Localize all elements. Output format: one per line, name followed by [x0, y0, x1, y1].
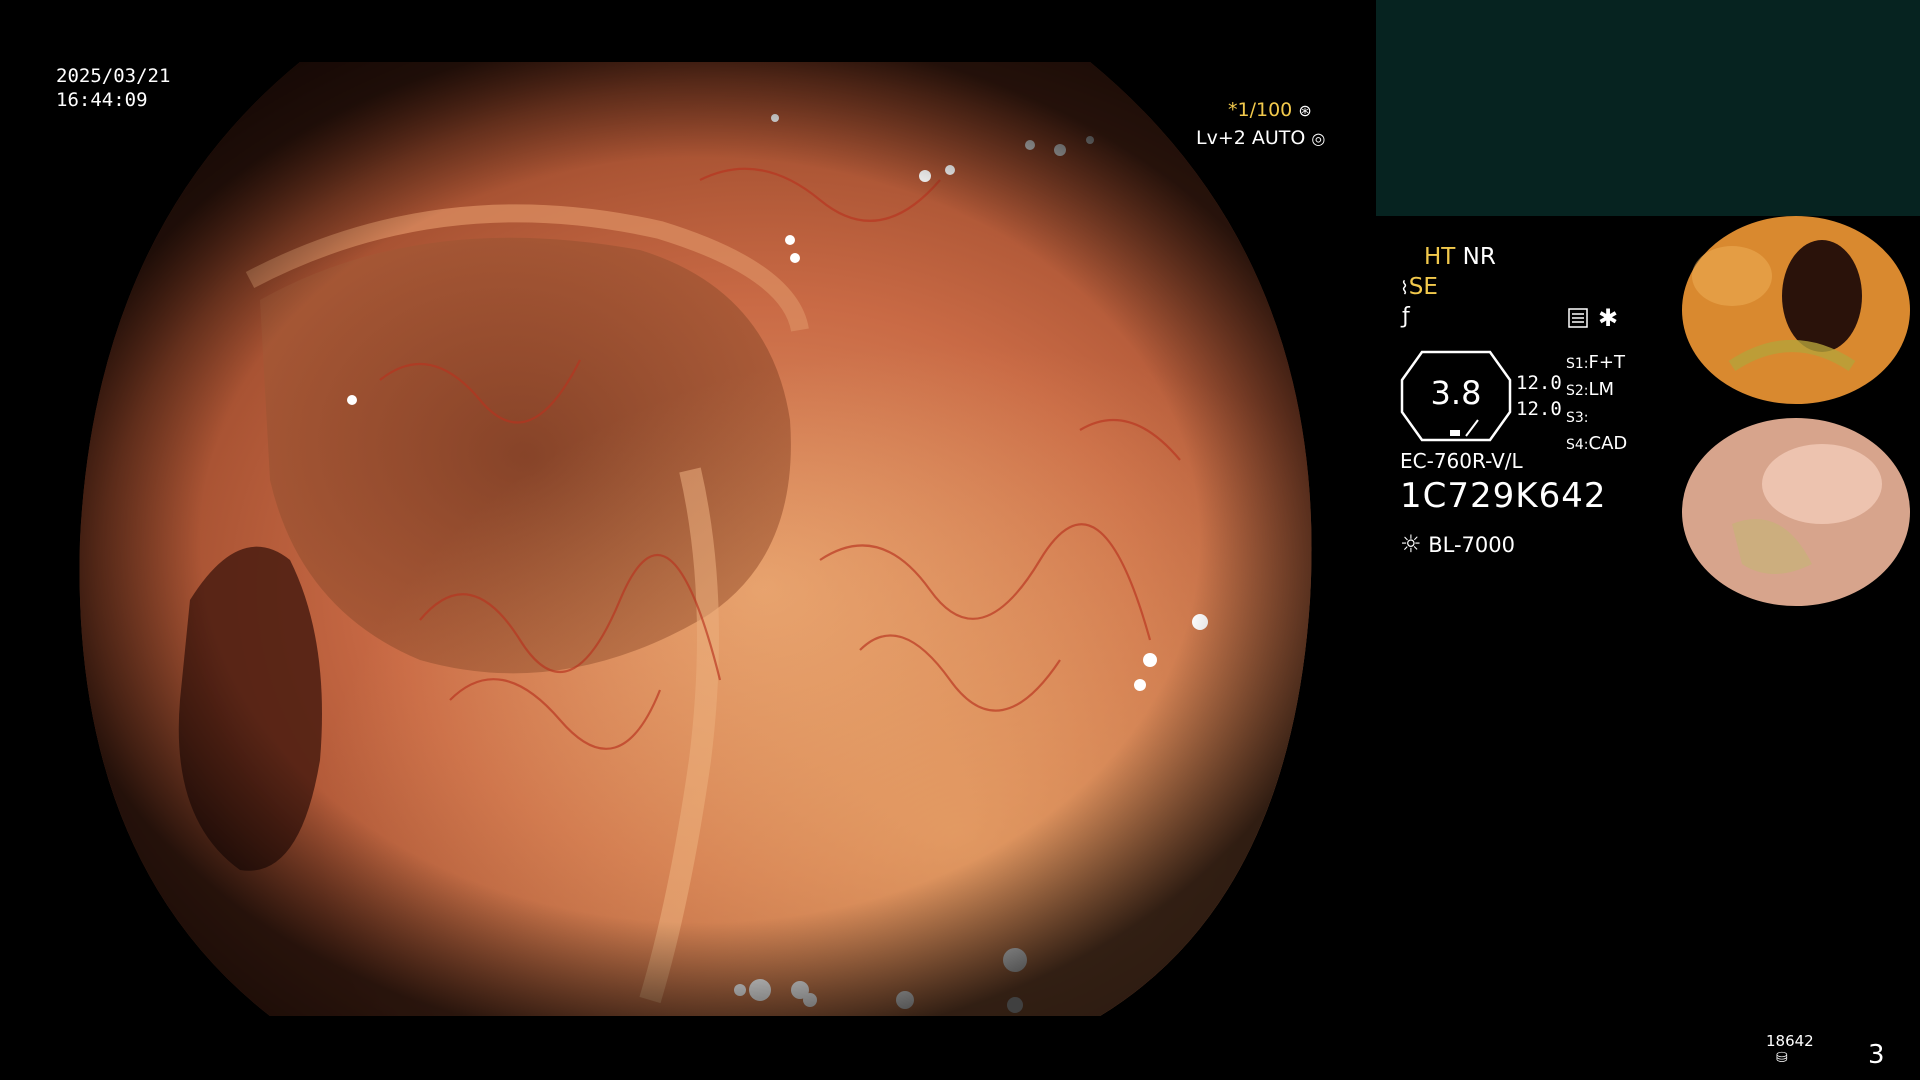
scope-serial: 1C729K642 — [1400, 476, 1607, 516]
shutter-icon: ⊛ — [1298, 101, 1312, 120]
value-1: 12.0 — [1516, 372, 1562, 394]
auto-iris-icon: ◎ — [1311, 129, 1326, 148]
switch-list: S1:F+T S2:LM S3: S4:CAD — [1566, 350, 1627, 458]
ht-nr-row: HT NR — [1424, 244, 1496, 270]
storage-icon: ⛁ — [1776, 1050, 1788, 1066]
light-source-label: BL-7000 — [1428, 533, 1515, 557]
se-row: ⌇SE — [1400, 274, 1438, 300]
level-row: Lv+2 AUTO ◎ — [1196, 127, 1325, 149]
level-label: Lv+2 — [1196, 127, 1246, 149]
se-label: SE — [1408, 274, 1438, 300]
thumbnail-2[interactable] — [1672, 414, 1920, 610]
menu-icon — [1568, 308, 1588, 328]
switch-item: S4:CAD — [1566, 433, 1628, 454]
light-source-row: ☼ BL-7000 — [1400, 530, 1515, 558]
freeze-icon: ƒ — [1402, 304, 1410, 329]
scale-value: 3.8 — [1430, 374, 1482, 412]
image-count: 18642 — [1766, 1032, 1814, 1050]
mucosa-image — [79, 62, 1312, 1016]
asterisk-icon: ✱ — [1598, 304, 1619, 332]
time-label: 16:44:09 — [56, 89, 148, 111]
shutter-label: *1/100 — [1228, 99, 1293, 121]
switch-item: S2:LM — [1566, 379, 1615, 400]
scope-model: EC-760R-V/L — [1400, 449, 1523, 473]
mode-label: AUTO — [1251, 127, 1306, 149]
nr-label: NR — [1462, 244, 1496, 270]
light-icon: ☼ — [1400, 530, 1422, 558]
date-label: 2025/03/21 — [56, 65, 171, 87]
switch-item: S1:F+T — [1566, 352, 1625, 373]
shutter-row: *1/100 ⊛ — [1228, 99, 1312, 121]
thumbnail-1[interactable] — [1672, 216, 1920, 412]
switch-item: S3: — [1566, 410, 1589, 426]
page-number: 3 — [1868, 1040, 1885, 1070]
value-2: 12.0 — [1516, 398, 1562, 420]
ht-label: HT — [1424, 244, 1456, 270]
info-panel-top — [1376, 0, 1920, 216]
scope-icon: ⌇ — [1400, 278, 1409, 299]
